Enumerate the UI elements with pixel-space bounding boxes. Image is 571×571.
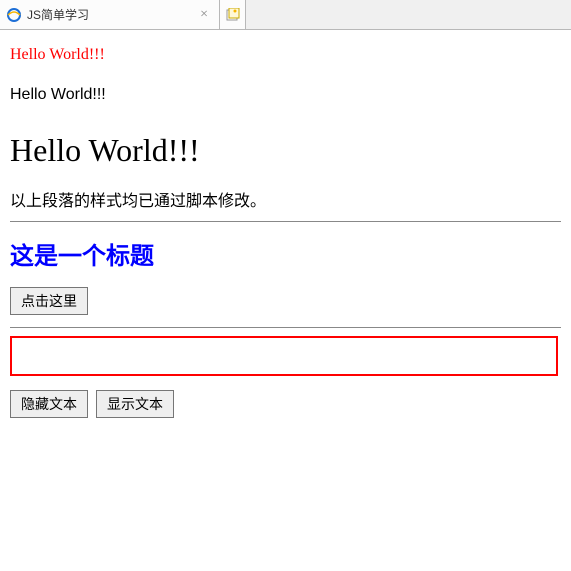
new-tab-icon xyxy=(226,8,240,22)
browser-tab[interactable]: JS简单学习 × xyxy=(0,0,220,29)
description-text: 以上段落的样式均已通过脚本修改。 xyxy=(10,187,561,211)
divider-1 xyxy=(10,221,561,222)
hide-text-button[interactable]: 隐藏文本 xyxy=(10,390,88,418)
ie-icon xyxy=(6,7,22,23)
divider-2 xyxy=(10,327,561,328)
new-tab-button[interactable] xyxy=(220,0,246,29)
button-row: 隐藏文本 显示文本 xyxy=(10,386,561,422)
tab-close-icon[interactable]: × xyxy=(197,7,211,23)
heading-blue: 这是一个标题 xyxy=(10,236,561,271)
click-here-button[interactable]: 点击这里 xyxy=(10,287,88,315)
page-content: Hello World!!! Hello World!!! Hello Worl… xyxy=(0,30,571,430)
heading-large: Hello World!!! xyxy=(10,132,561,169)
browser-tab-bar: JS简单学习 × xyxy=(0,0,571,30)
red-outlined-box xyxy=(10,336,558,376)
paragraph-black: Hello World!!! xyxy=(10,86,561,104)
paragraph-red: Hello World!!! xyxy=(10,46,561,64)
tab-title: JS简单学习 xyxy=(27,6,191,23)
show-text-button[interactable]: 显示文本 xyxy=(96,390,174,418)
